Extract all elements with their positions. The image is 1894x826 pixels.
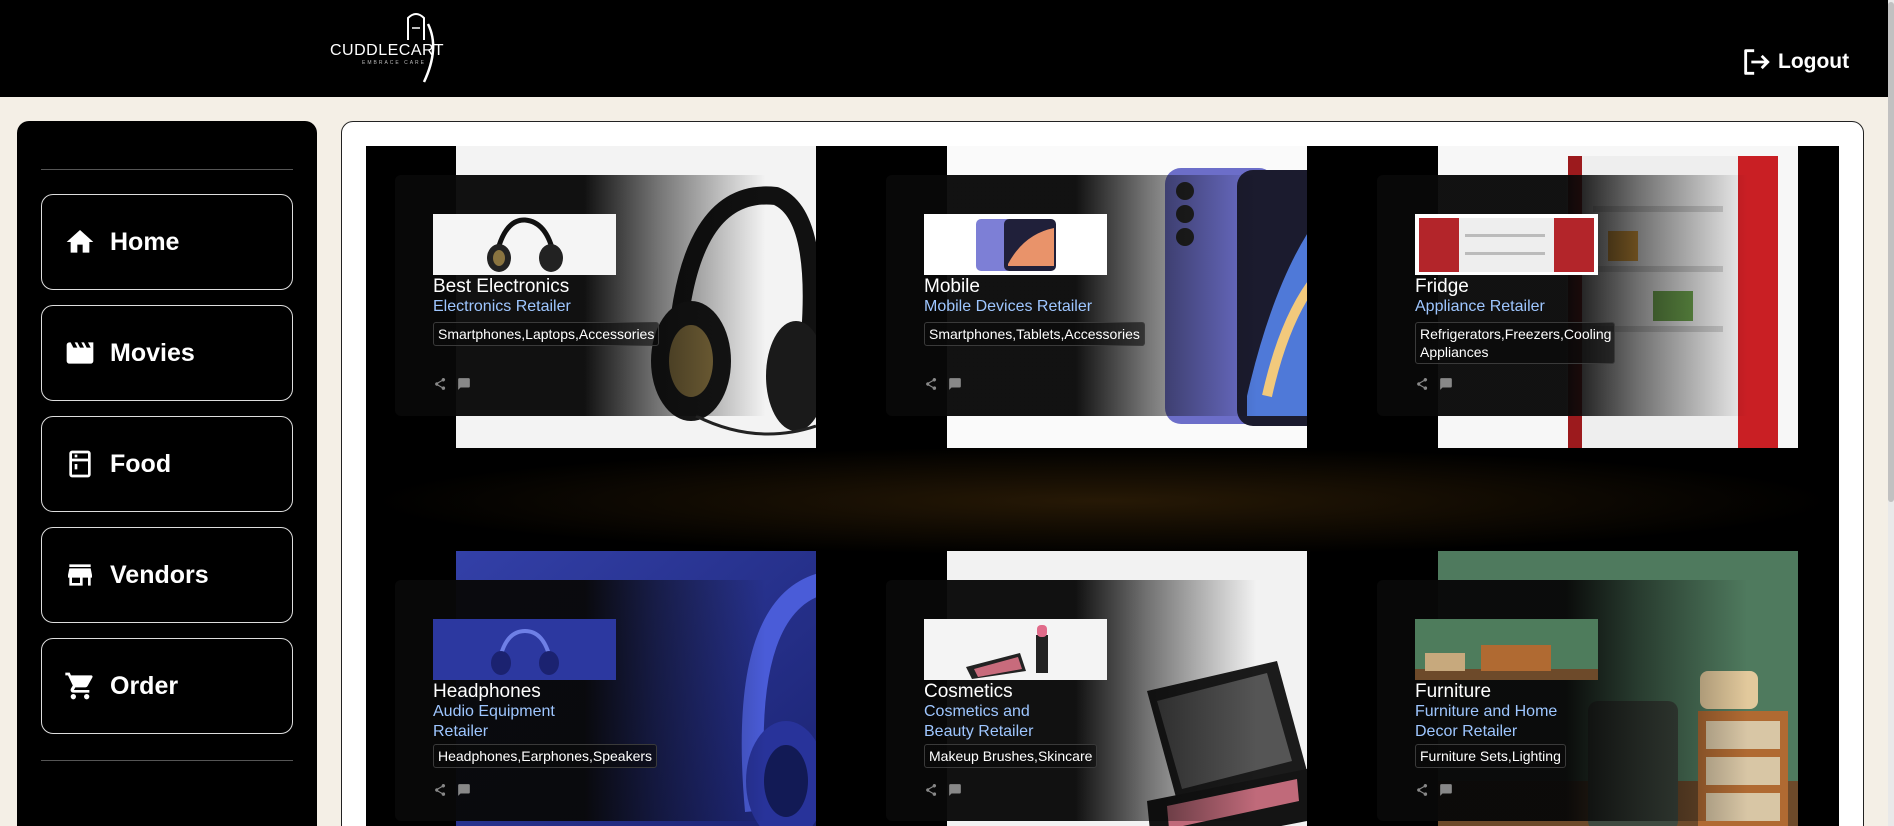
share-icon[interactable] (1415, 377, 1429, 391)
vendor-card[interactable]: Mobile Mobile Devices Retailer Smartphon… (857, 146, 1307, 448)
page-scrollbar[interactable] (1888, 0, 1894, 826)
comment-icon[interactable] (1439, 377, 1453, 391)
share-icon[interactable] (433, 377, 447, 391)
sidebar: Home Movies Food Vendors Order (17, 121, 317, 826)
vendor-tags: Smartphones,Tablets,Accessories (924, 322, 1145, 346)
vendor-name: Fridge (1415, 276, 1469, 297)
vendor-thumbnail (924, 619, 1107, 680)
cart-icon (65, 672, 93, 700)
comment-icon[interactable] (948, 783, 962, 797)
sidebar-item-label: Vendors (110, 560, 209, 589)
sidebar-item-label: Order (110, 671, 179, 700)
vendor-thumbnail (1415, 214, 1598, 275)
vendor-grid: Best Electronics Electronics Retailer Sm… (366, 146, 1839, 826)
vendor-actions (1415, 783, 1453, 797)
sidebar-item-vendors[interactable]: Vendors (41, 527, 293, 623)
logout-button[interactable]: Logout (1740, 45, 1849, 79)
store-icon (68, 564, 92, 586)
share-icon[interactable] (433, 783, 447, 797)
vendor-type: Cosmetics and Beauty Retailer (924, 703, 1034, 740)
logo-tagline: EMBRACE CARE (362, 60, 427, 66)
vendor-card[interactable]: Fridge Appliance Retailer Refrigerators,… (1348, 146, 1798, 448)
sidebar-item-home[interactable]: Home (41, 194, 293, 290)
vendor-type: Appliance Retailer (1415, 298, 1545, 315)
background-glow (366, 446, 1839, 556)
vendor-thumbnail (1415, 619, 1598, 680)
vendor-type: Mobile Devices Retailer (924, 298, 1093, 315)
vendor-actions (924, 377, 962, 391)
vendor-actions (1415, 377, 1453, 391)
share-icon[interactable] (924, 783, 938, 797)
vendor-name: Furniture (1415, 681, 1492, 702)
top-header: CUDDLECART EMBRACE CARE Logout (0, 0, 1888, 97)
scrollbar-thumb[interactable] (1888, 2, 1894, 502)
comment-icon[interactable] (457, 783, 471, 797)
sidebar-divider (41, 760, 293, 761)
vendor-name: Headphones (433, 681, 541, 702)
vendor-name: Best Electronics (433, 276, 570, 297)
logout-label: Logout (1778, 50, 1850, 73)
home-icon (66, 230, 94, 253)
vendor-card[interactable]: Cosmetics Cosmetics and Beauty Retailer … (857, 551, 1307, 826)
vendor-tags: Smartphones,Laptops,Accessories (433, 322, 660, 346)
clapperboard-icon (66, 342, 94, 364)
sidebar-item-order[interactable]: Order (41, 638, 293, 734)
sidebar-item-label: Food (110, 449, 172, 478)
vendor-actions (433, 783, 471, 797)
sidebar-item-label: Home (110, 227, 180, 256)
comment-icon[interactable] (948, 377, 962, 391)
vendor-thumbnail (924, 214, 1107, 275)
sidebar-item-food[interactable]: Food (41, 416, 293, 512)
logo-wordmark: CUDDLECART (330, 42, 445, 59)
vendor-tags: Refrigerators,Freezers,Cooling Appliance… (1415, 322, 1615, 364)
logout-icon (1744, 49, 1770, 75)
vendor-tags: Makeup Brushes,Skincare (924, 744, 1098, 768)
vendor-type: Audio Equipment Retailer (433, 703, 555, 740)
cuddlecart-logo[interactable]: CUDDLECART EMBRACE CARE (328, 8, 450, 88)
share-icon[interactable] (924, 377, 938, 391)
vendor-thumbnail (433, 214, 616, 275)
vendor-actions (433, 377, 471, 391)
vendor-thumbnail (433, 619, 616, 680)
sidebar-item-label: Movies (110, 338, 195, 367)
vendor-actions (924, 783, 962, 797)
vendor-card[interactable]: Best Electronics Electronics Retailer Sm… (366, 146, 816, 448)
vendor-name: Mobile (924, 276, 980, 297)
vendor-card[interactable]: Furniture Furniture and Home Decor Retai… (1348, 551, 1798, 826)
vendor-card[interactable]: Headphones Audio Equipment Retailer Head… (366, 551, 816, 826)
comment-icon[interactable] (1439, 783, 1453, 797)
sidebar-item-movies[interactable]: Movies (41, 305, 293, 401)
vendor-type: Electronics Retailer (433, 298, 571, 315)
comment-icon[interactable] (457, 377, 471, 391)
vendor-name: Cosmetics (924, 681, 1013, 702)
vendor-type: Furniture and Home Decor Retailer (1415, 703, 1558, 740)
vendor-tags: Furniture Sets,Lighting (1415, 744, 1566, 768)
share-icon[interactable] (1415, 783, 1429, 797)
fridge-icon (69, 450, 91, 478)
vendor-tags: Headphones,Earphones,Speakers (433, 744, 658, 768)
sidebar-divider (41, 169, 293, 170)
